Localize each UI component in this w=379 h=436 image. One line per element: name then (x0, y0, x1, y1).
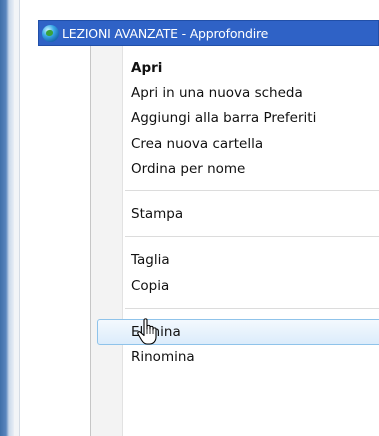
menu-item-rinomina[interactable]: Rinomina (131, 345, 379, 369)
menu-item-copia[interactable]: Copia (131, 274, 379, 298)
favorite-item-selected[interactable]: LEZIONI AVANZATE - Approfondire (38, 20, 379, 46)
window-frame-left (0, 0, 14, 436)
menu-item-stampa[interactable]: Stampa (131, 202, 379, 226)
menu-item-taglia[interactable]: Taglia (131, 248, 379, 272)
menu-item-apri-nuova-scheda[interactable]: Apri in una nuova scheda (131, 81, 379, 105)
menu-item-elimina[interactable]: Elimina (131, 320, 379, 344)
context-menu: Apri Apri in una nuova scheda Aggiungi a… (90, 46, 379, 436)
menu-item-apri[interactable]: Apri (131, 56, 379, 80)
menu-icon-gutter (91, 46, 123, 436)
menu-item-aggiungi-barra-preferiti[interactable]: Aggiungi alla barra Preferiti (131, 106, 379, 130)
menu-item-ordina-per-nome[interactable]: Ordina per nome (131, 157, 379, 181)
globe-icon (42, 24, 59, 42)
favorite-item-title: LEZIONI AVANZATE - Approfondire (62, 25, 269, 41)
menu-separator (125, 236, 379, 237)
menu-separator (125, 190, 379, 191)
favorites-pane-edge (14, 0, 20, 436)
hand-pointer-icon (137, 318, 157, 345)
menu-separator (125, 308, 379, 309)
menu-item-crea-nuova-cartella[interactable]: Crea nuova cartella (131, 132, 379, 156)
